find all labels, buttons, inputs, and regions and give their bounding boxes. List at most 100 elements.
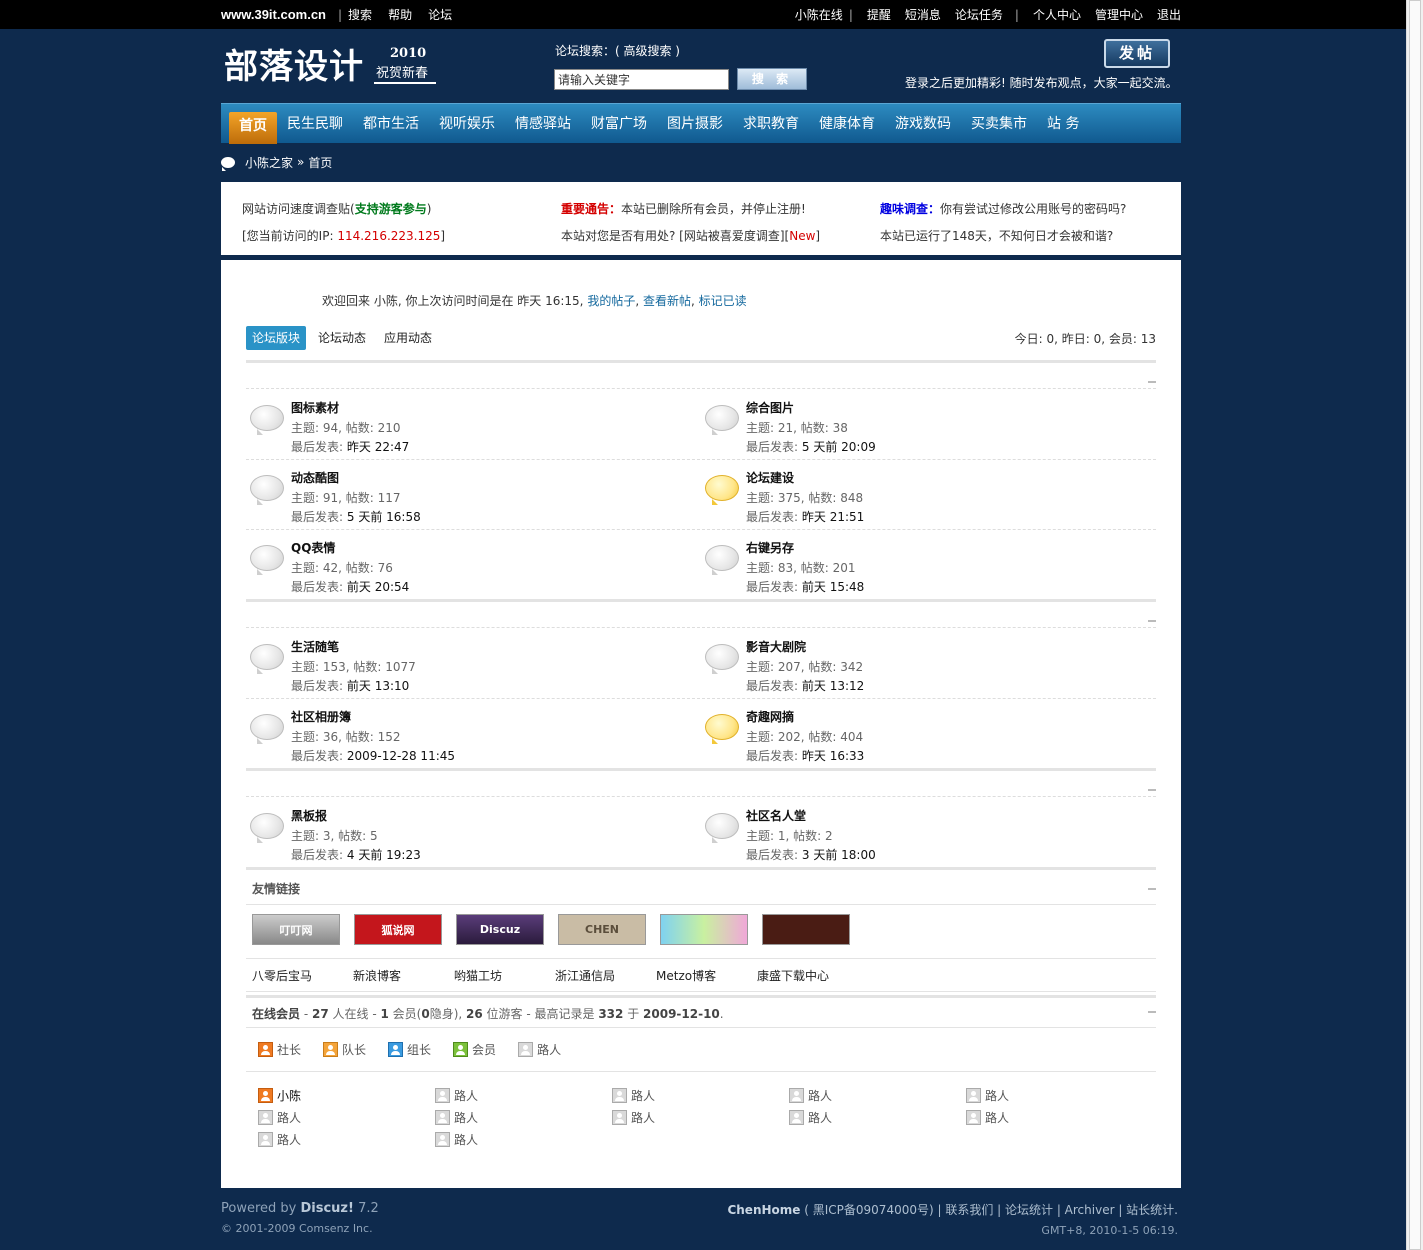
forum-name[interactable]: 奇趣网摘 [746,708,794,725]
tab-app-activity[interactable]: 应用动态 [378,326,438,350]
search-label[interactable]: 论坛搜索：( 高级搜索 ) [555,42,680,59]
tab-forum-activity[interactable]: 论坛动态 [312,326,372,350]
nav-item[interactable]: 情感驿站 [505,104,581,144]
forum-name[interactable]: 论坛建设 [746,469,794,486]
breadcrumb-home[interactable]: 小陈之家 [245,154,293,171]
text-link[interactable]: 浙江通信局 [555,967,656,984]
forum-name[interactable]: 右键另存 [746,539,794,556]
site-link[interactable]: www.39it.com.cn [221,7,326,22]
forum-name[interactable]: QQ表情 [291,539,335,556]
nav-item[interactable]: 站 务 [1037,104,1089,144]
online-member[interactable]: 路人 [612,1087,789,1103]
link-logo-discuz[interactable]: Discuz [456,914,544,945]
forum-item[interactable]: 社区相册簿 主题: 36, 帖数: 152 最后发表: 2009-12-28 11:… [246,708,696,778]
footer-links[interactable]: ( 黑ICP备09074000号) | 联系我们 | 论坛统计 | Archiv… [804,1203,1178,1217]
online-member[interactable]: 路人 [966,1109,1143,1125]
forum-last-post-time[interactable]: 5 天前 16:58 [347,510,421,524]
online-member[interactable]: 路人 [258,1109,435,1125]
forum-item[interactable]: 动态酷图 主题: 91, 帖数: 117 最后发表: 5 天前 16:58 [246,469,696,539]
text-link[interactable]: 八零后宝马 [252,967,353,984]
forum-item[interactable]: QQ表情 主题: 42, 帖数: 76 最后发表: 前天 20:54 [246,539,696,609]
topbar-notice-link[interactable]: 提醒 [867,6,891,23]
forum-item[interactable]: 奇趣网摘 主题: 202, 帖数: 404 最后发表: 昨天 16:33 [701,708,1151,778]
online-member[interactable]: 路人 [789,1087,966,1103]
online-title[interactable]: 在线会员 [252,1007,300,1021]
online-member[interactable]: 路人 [435,1087,612,1103]
nav-item[interactable]: 健康体育 [809,104,885,144]
forum-name[interactable]: 综合图片 [746,399,794,416]
collapse-icon[interactable] [1148,620,1156,622]
forum-item[interactable]: 论坛建设 主题: 375, 帖数: 848 最后发表: 昨天 21:51 [701,469,1151,539]
topbar-pm-link[interactable]: 短消息 [905,6,941,23]
speed-survey-link[interactable]: 网站访问速度调查贴(支持游客参与) [242,202,431,216]
forum-item[interactable]: 黑板报 主题: 3, 帖数: 5 最后发表: 4 天前 19:23 [246,807,696,877]
collapse-icon[interactable] [1148,888,1156,890]
forum-last-post-time[interactable]: 5 天前 20:09 [802,440,876,454]
forum-name[interactable]: 社区名人堂 [746,807,806,824]
nav-item[interactable]: 视听娱乐 [429,104,505,144]
footer-site-link[interactable]: ChenHome [727,1203,800,1217]
text-link[interactable]: 康盛下载中心 [757,967,858,984]
collapse-icon[interactable] [1148,1011,1156,1013]
scrollbar-thumb[interactable] [1409,0,1421,1250]
fun-survey-link[interactable]: 你有尝试过修改公用账号的密码吗? [940,202,1126,216]
forum-last-post-time[interactable]: 前天 15:48 [802,580,864,594]
topbar-logout-link[interactable]: 退出 [1157,6,1181,23]
online-member[interactable]: 路人 [612,1109,789,1125]
search-button[interactable]: 搜 索 [737,68,807,90]
link-logo-cartoon[interactable] [660,914,748,945]
nav-item[interactable]: 求职教育 [733,104,809,144]
forum-item[interactable]: 综合图片 主题: 21, 帖数: 38 最后发表: 5 天前 20:09 [701,399,1151,469]
nav-item[interactable]: 财富广场 [581,104,657,144]
forum-name[interactable]: 影音大剧院 [746,638,806,655]
text-link[interactable]: 哟猫工坊 [454,967,555,984]
forum-last-post-time[interactable]: 前天 13:10 [347,679,409,693]
topbar-user-link[interactable]: 小陈在线 [795,6,843,23]
link-logo-foxsay[interactable]: 狐说网 [354,914,442,945]
forum-last-post-time[interactable]: 4 天前 19:23 [347,848,421,862]
forum-item[interactable]: 图标素材 主题: 94, 帖数: 210 最后发表: 昨天 22:47 [246,399,696,469]
forum-last-post-time[interactable]: 前天 20:54 [347,580,409,594]
site-logo[interactable]: 部落设计 2010 祝贺新春 [224,44,439,90]
nav-item[interactable]: 游戏数码 [885,104,961,144]
forum-name[interactable]: 黑板报 [291,807,327,824]
collapse-icon[interactable] [1148,789,1156,791]
vertical-scrollbar[interactable] [1406,0,1423,1250]
my-posts-link[interactable]: 我的帖子 [587,294,635,308]
forum-name[interactable]: 图标素材 [291,399,339,416]
forum-last-post-time[interactable]: 2009-12-28 11:45 [347,749,455,763]
topbar-search-link[interactable]: 搜索 [348,6,372,23]
forum-name[interactable]: 社区相册簿 [291,708,351,725]
forum-item[interactable]: 生活随笔 主题: 153, 帖数: 1077 最后发表: 前天 13:10 [246,638,696,708]
forum-name[interactable]: 动态酷图 [291,469,339,486]
online-member[interactable]: 路人 [789,1109,966,1125]
nav-item-home[interactable]: 首页 [229,112,277,144]
nav-item[interactable]: 图片摄影 [657,104,733,144]
popularity-survey-link[interactable]: 本站对您是否有用处? [网站被喜爱度调查][New] [561,229,820,243]
nav-item[interactable]: 买卖集市 [961,104,1037,144]
topbar-forum-link[interactable]: 论坛 [428,6,452,23]
forum-last-post-time[interactable]: 前天 13:12 [802,679,864,693]
new-posts-link[interactable]: 查看新帖 [643,294,691,308]
collapse-icon[interactable] [1148,381,1156,383]
forum-last-post-time[interactable]: 昨天 16:33 [802,749,864,763]
topbar-profile-link[interactable]: 个人中心 [1033,6,1081,23]
text-link[interactable]: Metzo博客 [656,967,757,984]
online-member[interactable]: 路人 [435,1131,612,1147]
mark-read-link[interactable]: 标记已读 [699,294,747,308]
nav-item[interactable]: 民生民聊 [277,104,353,144]
online-member[interactable]: 路人 [966,1087,1143,1103]
online-member[interactable]: 小陈 [258,1087,435,1103]
forum-item[interactable]: 社区名人堂 主题: 1, 帖数: 2 最后发表: 3 天前 18:00 [701,807,1151,877]
nav-item[interactable]: 都市生活 [353,104,429,144]
text-link[interactable]: 新浪博客 [353,967,454,984]
search-input[interactable] [554,69,729,90]
link-logo-dingdin[interactable]: 叮叮网 [252,914,340,945]
forum-last-post-time[interactable]: 昨天 22:47 [347,440,409,454]
tab-forums[interactable]: 论坛版块 [246,326,307,350]
online-member[interactable]: 路人 [435,1109,612,1125]
topbar-task-link[interactable]: 论坛任务 [955,6,1003,23]
link-logo-dark[interactable] [762,914,850,945]
topbar-help-link[interactable]: 帮助 [388,6,412,23]
topbar-admin-link[interactable]: 管理中心 [1095,6,1143,23]
